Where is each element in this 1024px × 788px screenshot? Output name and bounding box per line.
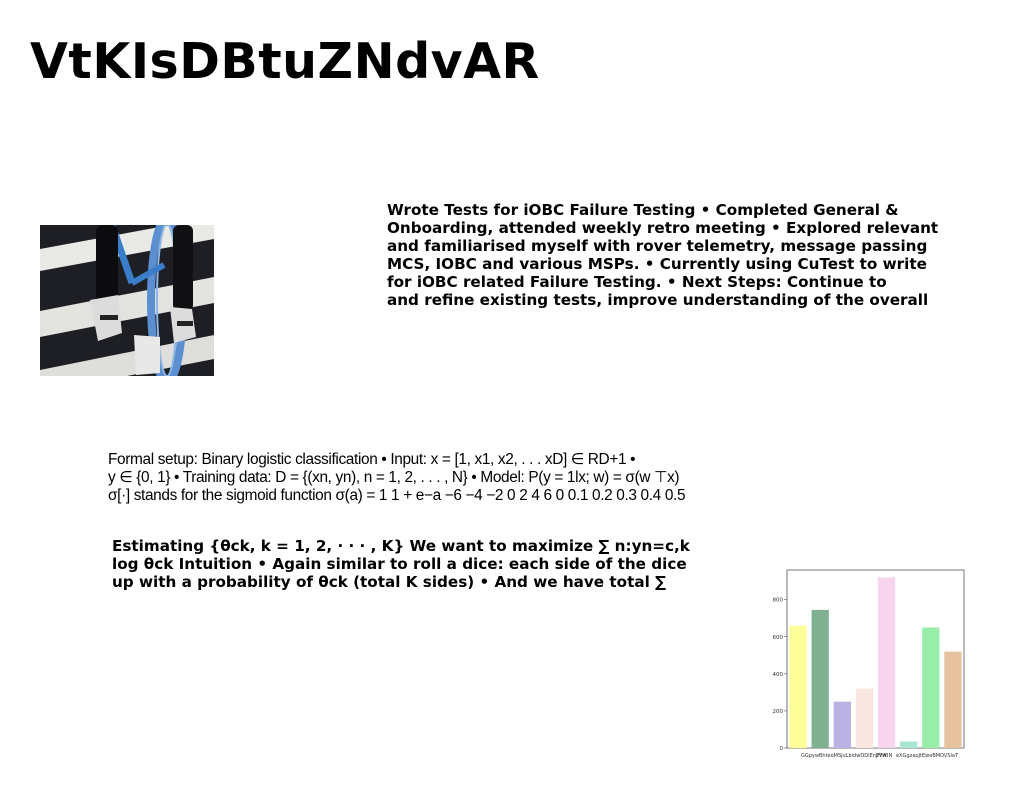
y-tick-label: 200: [773, 709, 784, 715]
bar: [789, 625, 807, 748]
report-line: Onboarding, attended weekly retro meetin…: [387, 219, 939, 237]
report-line: for iOBC related Failure Testing. • Next…: [387, 273, 887, 291]
page-title: VtKIsDBtuZNdvAR: [30, 33, 540, 90]
x-tick-label: eXGgxaoJtEweBMOVSlaT: [896, 753, 959, 759]
bar: [944, 651, 962, 748]
formula-line: y ∈ {0, 1} • Training data: D = {(xn, yn…: [108, 469, 680, 486]
bicycle-photo: [40, 225, 214, 376]
logistic-classification-text: Formal setup: Binary logistic classifica…: [108, 451, 686, 505]
estimation-line: log θck Intuition • Again similar to rol…: [112, 555, 687, 573]
y-tick-label: 400: [773, 672, 784, 678]
x-tick-label: GGpywBhteoMSjuLbidwODIEnjFFA: [801, 753, 887, 759]
estimation-text: Estimating {θck, k = 1, 2, · · · , K} We…: [112, 537, 690, 591]
bar: [877, 577, 896, 748]
report-line: and familiarised myself with rover telem…: [387, 237, 928, 255]
estimation-line: up with a probability of θck (total K si…: [112, 573, 666, 591]
y-tick-label: 0: [780, 746, 784, 752]
report-line: MCS, IOBC and various MSPs. • Currently …: [387, 255, 927, 273]
report-line: and refine existing tests, improve under…: [387, 291, 929, 309]
bar: [855, 688, 874, 748]
x-tick-label: SVzBN: [876, 753, 893, 759]
bar-chart: 0 200 400 600 800 GGpywBhteoMSjuLbidwODIEnjFF…: [773, 569, 965, 759]
bar: [900, 741, 918, 748]
report-line: Wrote Tests for iOBC Failure Testing • C…: [387, 201, 899, 219]
estimation-line: Estimating {θck, k = 1, 2, · · · , K} We…: [112, 537, 690, 555]
bar: [922, 627, 940, 748]
formula-line: σ[·] stands for the sigmoid function σ(a…: [108, 487, 686, 504]
status-report-text: Wrote Tests for iOBC Failure Testing • C…: [387, 201, 938, 309]
formula-line: Formal setup: Binary logistic classifica…: [108, 451, 636, 468]
y-tick-label: 800: [773, 598, 784, 604]
y-tick-label: 600: [773, 635, 784, 641]
bar: [833, 701, 851, 748]
bar: [811, 609, 829, 748]
